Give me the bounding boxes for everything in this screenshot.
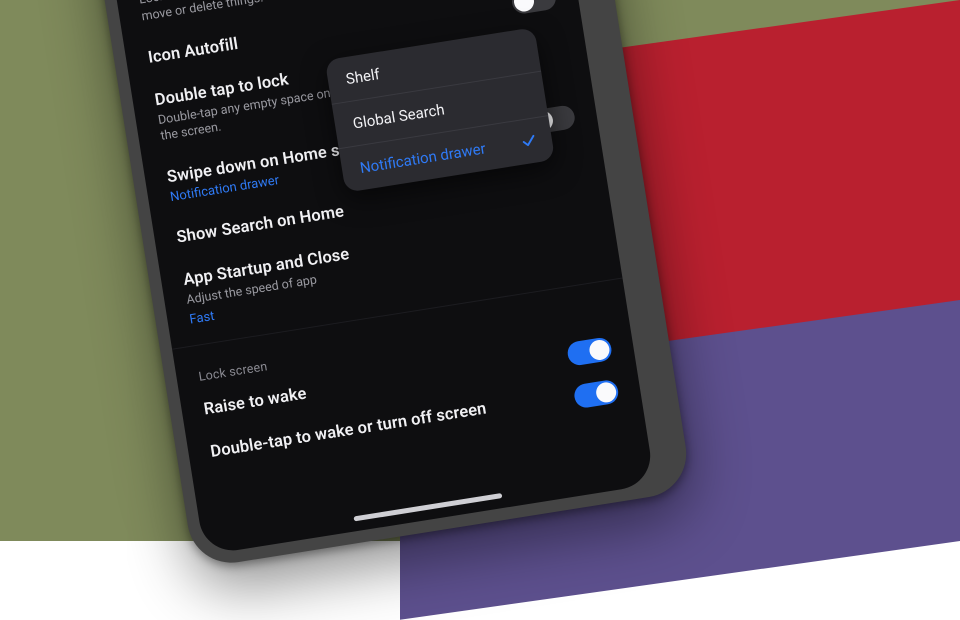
- phone-screen: Open apps on Global Search Lock Home Scr…: [95, 0, 655, 555]
- toggle-raise-to-wake[interactable]: [566, 336, 613, 367]
- toggle-knob: [595, 380, 618, 403]
- toggle-icon-autofill[interactable]: [510, 0, 557, 15]
- toggle-knob: [588, 338, 611, 361]
- check-icon: [519, 130, 540, 151]
- gesture-bar[interactable]: [353, 493, 502, 521]
- popup-option-label: Notification drawer: [359, 139, 487, 177]
- popup-option-label: Shelf: [345, 65, 381, 88]
- toggle-double-tap-wake[interactable]: [573, 378, 620, 409]
- toggle-knob: [513, 0, 536, 13]
- popup-option-label: Global Search: [352, 100, 446, 132]
